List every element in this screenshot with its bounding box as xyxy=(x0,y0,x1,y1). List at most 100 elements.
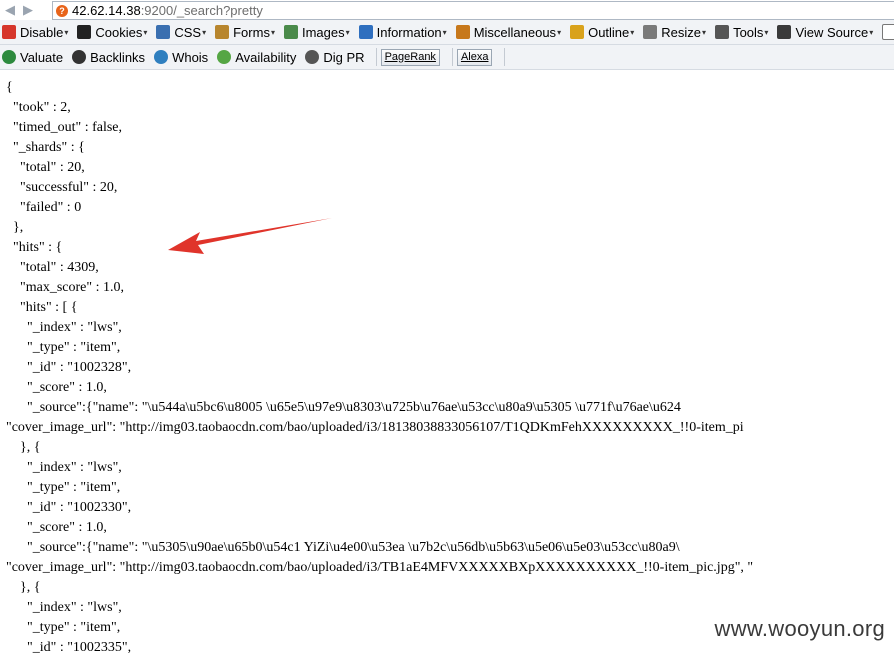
watermark: www.wooyun.org xyxy=(714,616,885,641)
json-line: "_type" : "item", xyxy=(27,620,121,635)
json-line: }, { xyxy=(20,580,41,595)
dropdown-caret-icon: ▾ xyxy=(270,27,275,37)
toolbar-menu-label: CSS xyxy=(174,24,202,40)
dropdown-caret-icon: ▾ xyxy=(442,27,447,37)
backlinks-icon xyxy=(72,50,87,64)
forward-icon[interactable]: ▶ xyxy=(20,2,36,18)
url-host: 42.62.14.38 xyxy=(72,3,141,18)
alexa-button[interactable]: Alexa xyxy=(456,48,493,66)
site-info-icon[interactable]: ? xyxy=(56,4,68,17)
seo-tool-label: Whois xyxy=(172,49,209,65)
url-path: :9200/_search?pretty xyxy=(140,3,263,18)
toolbar-menu-disable[interactable]: Disable ▾ xyxy=(2,25,68,40)
tools-icon xyxy=(715,25,730,39)
toolbar-menu-cookies[interactable]: Cookies ▾ xyxy=(77,25,147,40)
disable-icon xyxy=(2,25,16,39)
toolbar-menu-label: Forms xyxy=(233,24,270,40)
toolbar-menu-forms[interactable]: Forms ▾ xyxy=(215,25,275,40)
json-line: "_id" : "1002330", xyxy=(27,500,132,515)
seo-toolbar-items: Valuate Backlinks Whois Availability Dig PR xyxy=(0,50,372,65)
json-line: "hits" : [ { xyxy=(20,300,78,315)
toolbar-menu-label: Tools xyxy=(733,24,764,40)
json-response: { "took" : 2, "timed_out" : false, "_sha… xyxy=(0,70,894,658)
seo-toolbar: Valuate Backlinks Whois Availability Dig PR … xyxy=(0,45,894,70)
pagerank-button[interactable]: PageRank xyxy=(380,48,440,66)
toolbar-menu-css[interactable]: CSS ▾ xyxy=(156,25,206,40)
dropdown-caret-icon: ▾ xyxy=(869,27,874,37)
pr-icon xyxy=(305,50,320,64)
toolbar-menu-label: Disable xyxy=(20,24,64,40)
json-line: "failed" : 0 xyxy=(20,200,82,215)
separator-icon xyxy=(38,2,44,18)
dropdown-caret-icon: ▾ xyxy=(630,27,635,37)
json-line: "_id" : "1002328", xyxy=(27,360,132,375)
toolbar-menu-images[interactable]: Images ▾ xyxy=(283,25,350,40)
json-line: "successful" : 20, xyxy=(20,180,118,195)
toolbar-menu-information[interactable]: Information ▾ xyxy=(358,24,447,40)
toolbar-menu-label: Miscellaneous xyxy=(473,24,557,40)
toolbar-menu-label: View Source xyxy=(795,24,869,40)
json-line: "total" : 20, xyxy=(20,160,85,175)
json-line: "_id" : "1002335", xyxy=(6,640,132,655)
json-line: "_score" : 1.0, xyxy=(27,520,107,535)
toolbar-divider xyxy=(375,48,377,66)
json-line: "total" : 4309, xyxy=(20,260,99,275)
seo-tool-label: Availability xyxy=(235,49,297,65)
cookies-icon xyxy=(77,25,92,39)
dropdown-caret-icon: ▾ xyxy=(64,27,69,37)
forms-icon xyxy=(215,25,230,39)
json-line: "cover_image_url": "http://img03.taobaoc… xyxy=(6,420,744,435)
json-line: "_type" : "item", xyxy=(27,480,121,495)
dropdown-caret-icon: ▾ xyxy=(557,27,562,37)
navigation-bar: ◀ ▶ ? 42.62.14.38:9200/_search?pretty xyxy=(0,0,894,20)
resize-icon xyxy=(643,25,658,39)
images-icon xyxy=(283,25,298,39)
seo-tool-label: Backlinks xyxy=(90,49,146,65)
red-arrow-annotation xyxy=(168,218,332,254)
seo-tool-dig-pr[interactable]: Dig PR xyxy=(305,49,365,65)
toolbar-menu-outline[interactable]: Outline ▾ xyxy=(570,25,634,40)
seo-tool-backlinks[interactable]: Backlinks xyxy=(72,50,145,65)
json-line: }, xyxy=(13,220,24,235)
toolbar-menu-c[interactable]: C xyxy=(882,24,894,40)
toolbar-menu-label: Information xyxy=(376,24,442,40)
toolbar-menu-label: Outline xyxy=(588,24,630,40)
seo-tool-whois[interactable]: Whois xyxy=(154,50,208,65)
miscellaneous-icon xyxy=(455,25,470,39)
seo-tool-valuate[interactable]: Valuate xyxy=(2,50,63,65)
json-line: "_source":{"name": "\u544a\u5bc6\u8005 \… xyxy=(27,400,681,415)
toolbar-menu-tools[interactable]: Tools ▾ xyxy=(715,25,768,40)
dropdown-caret-icon: ▾ xyxy=(345,27,350,37)
json-line: "_source":{"name": "\u5305\u90ae\u65b0\u… xyxy=(27,540,680,555)
back-icon[interactable]: ◀ xyxy=(2,2,18,18)
dollar-icon xyxy=(2,50,16,64)
seo-tool-label: Valuate xyxy=(20,49,64,65)
globe-icon xyxy=(154,50,169,64)
web-developer-toolbar: Disable ▾ Cookies ▾ CSS ▾ Forms ▾ Images ▾ Informa… xyxy=(0,20,894,45)
toolbar-menu-miscellaneous[interactable]: Miscellaneous ▾ xyxy=(455,24,562,40)
toolbar-divider xyxy=(451,48,453,66)
json-line: "_score" : 1.0, xyxy=(27,380,107,395)
toolbar-divider xyxy=(504,48,506,66)
address-bar[interactable]: ? 42.62.14.38:9200/_search?pretty xyxy=(52,1,894,20)
json-line: "timed_out" : false, xyxy=(13,120,123,135)
css-icon xyxy=(156,25,171,39)
checkbox-icon xyxy=(882,24,894,40)
dropdown-caret-icon: ▾ xyxy=(143,27,148,37)
toolbar-menu-label: Resize xyxy=(661,24,702,40)
json-line: }, { xyxy=(20,440,41,455)
json-line: "_shards" : { xyxy=(13,140,85,155)
view-source-icon xyxy=(777,25,792,39)
dropdown-caret-icon: ▾ xyxy=(202,27,207,37)
dropdown-caret-icon: ▾ xyxy=(702,27,707,37)
toolbar-menu-view-source[interactable]: View Source ▾ xyxy=(777,25,873,40)
arrow-shape xyxy=(168,218,332,254)
json-line: "took" : 2, xyxy=(13,100,71,115)
json-line: "_index" : "lws", xyxy=(27,600,122,615)
outline-icon xyxy=(570,25,585,39)
seo-tool-availability[interactable]: Availability xyxy=(217,50,296,65)
toolbar-menu-resize[interactable]: Resize ▾ xyxy=(643,25,706,40)
seo-tool-label: Dig PR xyxy=(323,49,365,65)
search-icon xyxy=(217,50,232,64)
json-line: "max_score" : 1.0, xyxy=(20,280,124,295)
